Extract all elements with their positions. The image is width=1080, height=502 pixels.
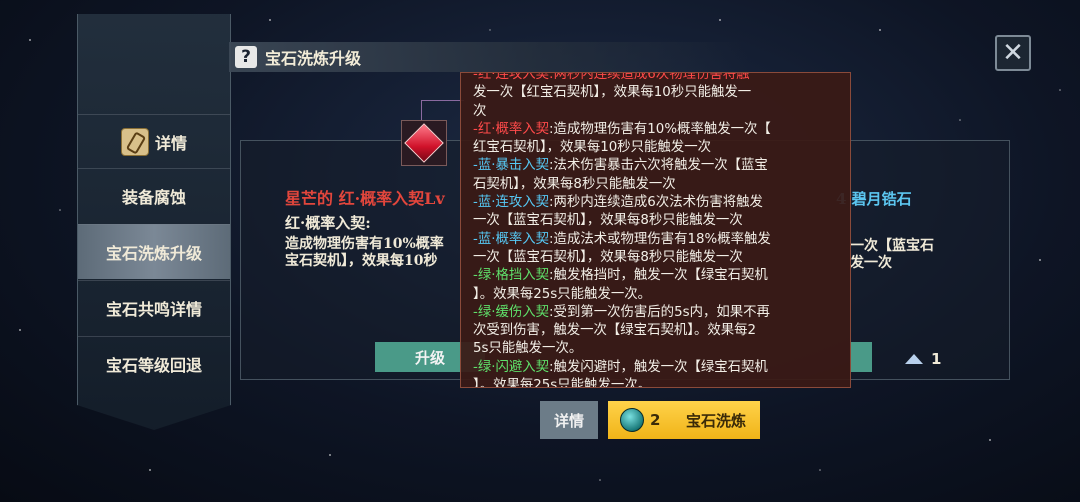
- sidebar-item-detail[interactable]: 详情: [78, 114, 230, 169]
- tooltip-text: 一次【蓝宝石契机】，效果每8秒只能触发一次: [473, 249, 743, 265]
- red-gem-icon: [404, 123, 444, 163]
- tooltip-text: :造成法术或物理伤害有18%概率触发: [549, 231, 771, 247]
- tooltip-line: 】。效果每25s只能触发一次。: [473, 377, 842, 388]
- tooltip-text: 发一次【红宝石契机】，效果每10秒只能触发一: [473, 85, 752, 101]
- tooltip-line: 一次【蓝宝石契机】，效果每8秒只能触发一次: [473, 249, 842, 267]
- sidebar-item-gem-level-rollback[interactable]: 宝石等级回退: [78, 336, 230, 391]
- tooltip-line: -红·连攻入契:两秒内连续造成6次物理伤害将触: [473, 72, 842, 84]
- sidebar-item-gem-refine-upgrade[interactable]: 宝石洗炼升级: [78, 224, 230, 279]
- tooltip-tag: -蓝·概率入契: [473, 231, 550, 247]
- tooltip-tag: -蓝·连攻入契: [473, 195, 550, 211]
- sidebar-item-gem-resonance[interactable]: 宝石共鸣详情: [78, 280, 230, 335]
- tooltip-line: -绿·格挡入契:触发格挡时，触发一次【绿宝石契机: [473, 267, 842, 285]
- tooltip-tag: -蓝·暴击入契: [473, 158, 550, 174]
- tooltip-text: :造成物理伤害有10%概率触发一次【: [549, 121, 771, 137]
- sidebar-item-label: 详情: [154, 134, 187, 153]
- tooltip-line: 一次【蓝宝石契机】，效果每8秒只能触发一次: [473, 212, 842, 230]
- effect-description: 造成物理伤害有10%概率 宝石契机】，效果每10秒: [285, 236, 465, 270]
- tooltip-text: :触发格挡时，触发一次【绿宝石契机: [549, 268, 768, 284]
- tooltip-tag: -绿·缓伤入契: [473, 304, 550, 320]
- tooltip-line: -红·概率入契:造成物理伤害有10%概率触发一次【: [473, 121, 842, 139]
- tooltip-line: -蓝·暴击入契:法术伤害暴击六次将触发一次【蓝宝: [473, 157, 842, 175]
- tooltip-tag: -红·概率入契: [473, 121, 550, 137]
- effect-right-line: 发一次: [850, 255, 892, 271]
- gem-slot[interactable]: [401, 120, 447, 166]
- tooltip-text: 】。效果每25s只能触发一次。: [473, 378, 652, 388]
- effect-title: 红·概率入契:: [285, 214, 371, 232]
- sidebar-item-label: 宝石洗炼升级: [105, 244, 202, 263]
- tooltip-text: 红宝石契机】，效果每10秒只能触发一次: [473, 140, 711, 156]
- tooltip-line: 5s只能触发一次。: [473, 340, 842, 358]
- tooltip-line: 石契机】，效果每8秒只能触发一次: [473, 176, 842, 194]
- detail-button[interactable]: 详情: [540, 401, 598, 439]
- tooltip-text: 】。效果每25s只能触发一次。: [473, 286, 652, 302]
- effect-tooltip: -红·连攻入契:两秒内连续造成6次物理伤害将触 发一次【红宝石契机】，效果每10…: [460, 72, 851, 388]
- sidebar-item-label: 宝石等级回退: [105, 356, 202, 375]
- page-title: 宝石洗炼升级: [265, 49, 362, 68]
- tooltip-text: :两秒内连续造成6次法术伤害将触发: [549, 195, 763, 211]
- tooltip-line: -蓝·概率入契:造成法术或物理伤害有18%概率触发: [473, 231, 842, 249]
- gem-refine-button[interactable]: 2 宝石洗炼: [608, 401, 760, 439]
- effect-right-line: 一次【蓝宝石: [850, 238, 934, 254]
- tooltip-text: :触发闪避时，触发一次【绿宝石契机: [549, 359, 768, 375]
- tooltip-line: 红宝石契机】，效果每10秒只能触发一次: [473, 139, 842, 157]
- scroll-icon: [120, 128, 149, 156]
- sidebar-item-equipment-corrosion[interactable]: 装备腐蚀: [78, 168, 230, 223]
- title-bar: ? 宝石洗炼升级: [229, 42, 749, 72]
- gem-count-right: 1: [905, 350, 941, 368]
- sidebar-item-label: 宝石共鸣详情: [105, 300, 202, 319]
- tooltip-text: 一次【蓝宝石契机】，效果每8秒只能触发一次: [473, 213, 743, 229]
- sidebar: 详情 装备腐蚀 宝石洗炼升级 宝石共鸣详情 宝石等级回退: [77, 14, 231, 430]
- effect-desc-line: 宝石契机】，效果每10秒: [285, 253, 438, 269]
- tooltip-text: 5s只能触发一次。: [473, 341, 583, 357]
- tooltip-line: 】。效果每25s只能触发一次。: [473, 286, 842, 304]
- refine-cost: 2: [650, 411, 661, 429]
- tooltip-text: :法术伤害暴击六次将触发一次【蓝宝: [549, 158, 768, 174]
- close-icon: ✕: [1002, 38, 1024, 68]
- tooltip-tag: -绿·格挡入契: [473, 268, 550, 284]
- tooltip-line: 次: [473, 103, 842, 121]
- question-mark-icon[interactable]: ?: [235, 46, 257, 68]
- connector-line: [421, 100, 464, 121]
- tooltip-line: -绿·闪避入契:触发闪避时，触发一次【绿宝石契机: [473, 359, 842, 377]
- sidebar-item-label: 装备腐蚀: [121, 188, 186, 207]
- tooltip-text: 次: [473, 103, 487, 119]
- tooltip-text: 次受到伤害，触发一次【绿宝石契机】。效果每2: [473, 323, 757, 339]
- effect-description-right: 一次【蓝宝石 发一次: [850, 238, 1010, 272]
- tooltip-line: 发一次【红宝石契机】，效果每10秒只能触发一: [473, 84, 842, 102]
- tooltip-line: -蓝·连攻入契:两秒内连续造成6次法术伤害将触发: [473, 194, 842, 212]
- effect-desc-line: 造成物理伤害有10%概率: [285, 236, 444, 252]
- close-button[interactable]: ✕: [995, 35, 1031, 71]
- tooltip-tag: -绿·闪避入契: [473, 359, 550, 375]
- gem-count-value: 1: [931, 350, 942, 368]
- tooltip-text: -红·连攻入契:两秒内连续造成6次物理伤害将触: [473, 72, 750, 82]
- gem-name-left: 星芒的 红·概率入契Lv: [285, 189, 445, 208]
- tooltip-line: -绿·缓伤入契:受到第一次伤害后的5s内，如果不再: [473, 304, 842, 322]
- triangle-gem-icon: [905, 354, 923, 364]
- upgrade-button-right[interactable]: [850, 342, 872, 372]
- tooltip-line: 次受到伤害，触发一次【绿宝石契机】。效果每2: [473, 322, 842, 340]
- teal-gem-icon: [620, 408, 644, 432]
- tooltip-text: :受到第一次伤害后的5s内，如果不再: [549, 304, 770, 320]
- refine-label: 宝石洗炼: [686, 411, 747, 430]
- tooltip-text: 石契机】，效果每8秒只能触发一次: [473, 176, 676, 192]
